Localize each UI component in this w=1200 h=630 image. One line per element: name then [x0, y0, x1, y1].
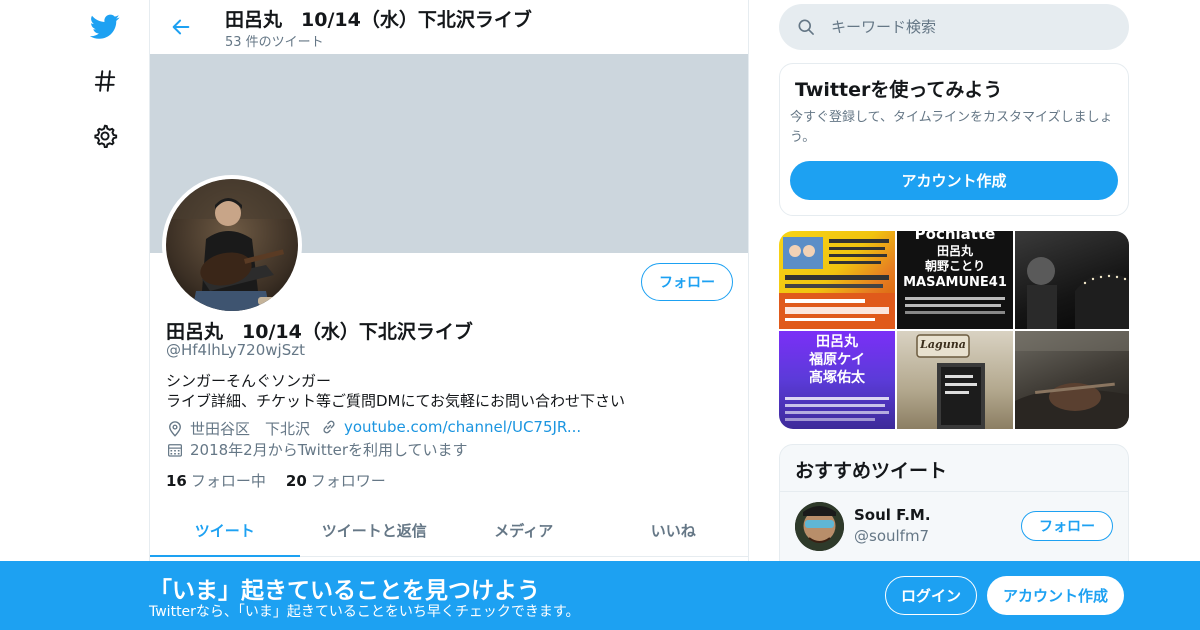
login-button[interactable]: ログイン [885, 576, 977, 615]
media-grid: Pochiatte 田呂丸 朝野ことり MASAMUNE41 田呂丸 福原ケイ … [779, 231, 1129, 429]
recommended-account-row[interactable]: Soul F.M. @soulfm7 フォロー [780, 491, 1128, 561]
joined-text: 2018年2月からTwitterを利用しています [190, 441, 468, 459]
media-thumb-2[interactable]: Pochiatte 田呂丸 朝野ことり MASAMUNE41 [897, 231, 1013, 329]
tab-likes[interactable]: いいね [599, 505, 749, 556]
signup-button[interactable]: アカウント作成 [987, 576, 1124, 615]
twitter-bird-icon[interactable] [88, 10, 122, 44]
recommended-handle: @soulfm7 [854, 527, 930, 545]
profile-column: 田呂丸 10/14（水）下北沢ライブ 53 件のツイート フォロー 田呂丸 10… [149, 0, 749, 630]
profile-bio-line-2: ライブ詳細、チケット等ご質問DMにてお気軽にお問い合わせ下さい [166, 392, 626, 410]
followers-count[interactable]: 20 フォロワー [286, 470, 386, 491]
left-nav [0, 0, 150, 630]
media-thumb-3[interactable] [1015, 231, 1129, 329]
profile-handle: @Hf4lhLy720wjSzt [166, 341, 305, 359]
location-text: 世田谷区 下北沢 [190, 420, 311, 438]
recommended-follow-button[interactable]: フォロー [1021, 511, 1113, 541]
search-box[interactable] [779, 4, 1129, 50]
website-link[interactable]: youtube.com/channel/UC75JR... [344, 418, 581, 436]
signup-bottom-bar: 「いま」起きていることを見つけよう Twitterなら、「いま」起きていることを… [0, 561, 1200, 630]
recommended-avatar[interactable] [795, 502, 844, 551]
header-tweet-count: 53 件のツイート [225, 35, 324, 50]
profile-name: 田呂丸 10/14（水）下北沢ライブ [166, 321, 473, 343]
try-card-title: Twitterを使ってみよう [795, 79, 1003, 101]
tab-media[interactable]: メディア [449, 505, 599, 556]
profile-location: 世田谷区 下北沢 [166, 418, 310, 439]
header-title: 田呂丸 10/14（水）下北沢ライブ [225, 9, 532, 31]
calendar-icon [168, 443, 182, 457]
try-twitter-card: Twitterを使ってみよう 今すぐ登録して、タイムラインをカスタマイズしましょ… [779, 63, 1129, 216]
settings-gear-icon[interactable] [88, 119, 122, 153]
media-thumb-6[interactable] [1015, 331, 1129, 429]
tab-tweets-and-replies[interactable]: ツイートと返信 [300, 505, 450, 556]
try-card-text: 今すぐ登録して、タイムラインをカスタマイズしましょう。 [790, 110, 1113, 145]
following-count[interactable]: 16 フォロー中 [166, 470, 266, 491]
follow-counts: 16 フォロー中 20 フォロワー [166, 470, 386, 491]
profile-avatar[interactable] [162, 175, 302, 315]
bottom-bar-subtitle: Twitterなら、「いま」起きていることをいち早くチェックできます。 [149, 604, 580, 620]
profile-bio-line-1: シンガーそんぐソンガー [166, 372, 332, 390]
recommended-title: おすすめツイート [795, 460, 948, 482]
follow-button[interactable]: フォロー [641, 263, 733, 301]
profile-tabs: ツイート ツイートと返信 メディア いいね [150, 505, 748, 557]
profile-header-bar: 田呂丸 10/14（水）下北沢ライブ 53 件のツイート [150, 0, 748, 54]
search-icon [795, 16, 817, 38]
media-thumb-4[interactable]: 田呂丸 福原ケイ 髙塚佑太 [779, 331, 895, 429]
back-arrow-icon[interactable] [168, 14, 194, 40]
recommended-name[interactable]: Soul F.M. [854, 506, 931, 524]
media-thumb-5[interactable]: Laguna [897, 331, 1013, 429]
link-icon [323, 420, 335, 434]
location-pin-icon [169, 420, 181, 437]
create-account-button[interactable]: アカウント作成 [790, 161, 1118, 200]
tab-tweets[interactable]: ツイート [150, 505, 300, 557]
bottom-bar-title: 「いま」起きていることを見つけよう [149, 578, 540, 604]
media-thumb-1[interactable] [779, 231, 895, 329]
search-input[interactable] [831, 18, 1111, 36]
profile-joined: 2018年2月からTwitterを利用しています [166, 439, 468, 460]
poster-5-sign: Laguna [920, 338, 966, 351]
hashtag-icon[interactable] [88, 64, 122, 98]
profile-website: youtube.com/channel/UC75JR... [320, 418, 581, 436]
